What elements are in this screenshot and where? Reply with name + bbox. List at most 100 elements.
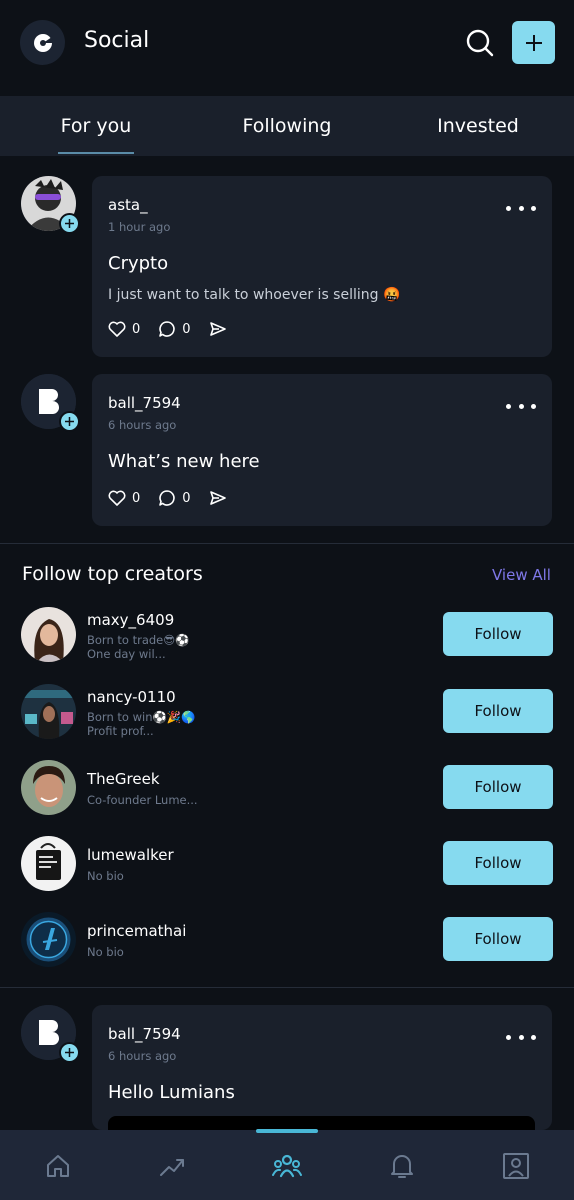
post-card: ball_7594 6 hours ago What’s new here 0 … (0, 374, 574, 527)
plus-icon (65, 1048, 74, 1057)
creator-row: lumewalker No bio Follow (0, 832, 574, 892)
post-actions: 0 0 (108, 488, 245, 508)
plus-icon (65, 417, 74, 426)
creator-bio: No bio (87, 869, 124, 883)
avatar[interactable] (21, 912, 76, 967)
creator-row: princemathai No bio Follow (0, 908, 574, 968)
heart-icon (108, 321, 126, 337)
like-count: 0 (132, 490, 141, 506)
post-title: Crypto (108, 253, 169, 274)
more-icon (506, 403, 511, 409)
comment-count: 0 (182, 490, 191, 506)
search-icon (466, 29, 494, 57)
comment-icon (159, 321, 176, 337)
post-title: What’s new here (108, 451, 260, 472)
page-title: Social (84, 28, 150, 53)
avatar[interactable] (21, 836, 76, 891)
creator-row: TheGreek Co-founder Lume... Follow (0, 756, 574, 816)
nav-home[interactable] (42, 1150, 74, 1182)
creator-bio: Profit prof... (87, 724, 154, 738)
follow-button[interactable]: Follow (443, 765, 553, 809)
nav-social[interactable] (271, 1150, 303, 1182)
post-card: asta_ 1 hour ago Crypto I just want to t… (0, 176, 574, 358)
search-button[interactable] (462, 25, 498, 61)
post-content[interactable]: ball_7594 6 hours ago What’s new here 0 … (92, 374, 552, 526)
more-icon (506, 205, 511, 211)
plus-icon (65, 219, 74, 228)
post-username[interactable]: ball_7594 (108, 1025, 181, 1043)
tab-for-you[interactable]: For you (40, 96, 152, 156)
follow-plus-badge[interactable] (59, 213, 80, 234)
comment-button[interactable]: 0 (158, 320, 191, 338)
creator-row: nancy-0110 Born to win⚽🎉🌎 Profit prof...… (0, 680, 574, 740)
post-username[interactable]: ball_7594 (108, 394, 181, 412)
post-content[interactable]: asta_ 1 hour ago Crypto I just want to t… (92, 176, 552, 357)
post-card: ball_7594 6 hours ago Hello Lumians (0, 1005, 574, 1130)
nav-profile[interactable] (500, 1150, 532, 1182)
creator-bio: Born to win⚽🎉🌎 (87, 710, 196, 724)
share-button[interactable] (209, 490, 227, 506)
follow-button[interactable]: Follow (443, 917, 553, 961)
follow-button[interactable]: Follow (443, 841, 553, 885)
avatar-image (21, 836, 76, 891)
creator-name[interactable]: maxy_6409 (87, 611, 174, 629)
avatar-image (21, 684, 76, 739)
post-body: I just want to talk to whoever is sellin… (108, 287, 401, 303)
create-post-button[interactable] (512, 21, 555, 64)
plus-icon (525, 34, 542, 51)
tab-invested[interactable]: Invested (420, 96, 536, 156)
heart-icon (108, 490, 126, 506)
section-divider (0, 543, 574, 544)
app-header: Social (0, 0, 574, 96)
creator-bio: One day wil... (87, 647, 166, 661)
post-username[interactable]: asta_ (108, 196, 148, 214)
post-actions: 0 0 (108, 319, 245, 339)
section-divider (0, 987, 574, 988)
creator-name[interactable]: lumewalker (87, 846, 174, 864)
avatar[interactable] (21, 684, 76, 739)
nav-notifications[interactable] (386, 1150, 418, 1182)
avatar[interactable] (21, 760, 76, 815)
post-content[interactable]: ball_7594 6 hours ago Hello Lumians (92, 1005, 552, 1130)
share-button[interactable] (209, 321, 227, 337)
creator-name[interactable]: TheGreek (87, 770, 160, 788)
send-icon (209, 322, 226, 336)
avatar[interactable] (21, 607, 76, 662)
send-icon (209, 491, 226, 505)
view-all-link[interactable]: View All (492, 566, 551, 584)
avatar-image (21, 607, 76, 662)
app-logo[interactable] (20, 20, 65, 65)
post-timestamp: 6 hours ago (108, 418, 177, 432)
creator-bio: Co-founder Lume... (87, 793, 198, 807)
creator-name[interactable]: princemathai (87, 922, 186, 940)
like-count: 0 (132, 321, 141, 337)
profile-icon (503, 1153, 529, 1179)
active-nav-indicator (256, 1129, 318, 1133)
follow-plus-badge[interactable] (59, 1042, 80, 1063)
like-button[interactable]: 0 (108, 321, 140, 337)
post-timestamp: 6 hours ago (108, 1049, 177, 1063)
feed-tabs: For you Following Invested (0, 96, 574, 156)
comment-count: 0 (182, 321, 191, 337)
creator-bio: No bio (87, 945, 124, 959)
bell-icon (391, 1155, 413, 1178)
nav-markets[interactable] (156, 1150, 188, 1182)
tab-following[interactable]: Following (222, 96, 352, 156)
more-options-button[interactable] (506, 398, 536, 414)
follow-plus-badge[interactable] (59, 411, 80, 432)
creator-bio: Born to trade😎⚽ (87, 633, 190, 647)
avatar-image (21, 912, 76, 967)
post-media-preview[interactable] (108, 1116, 535, 1130)
active-tab-indicator (58, 152, 134, 154)
more-options-button[interactable] (506, 1029, 536, 1045)
comment-button[interactable]: 0 (158, 489, 191, 507)
creator-name[interactable]: nancy-0110 (87, 688, 176, 706)
like-button[interactable]: 0 (108, 490, 140, 506)
post-timestamp: 1 hour ago (108, 220, 171, 234)
logo-icon (33, 33, 53, 52)
more-options-button[interactable] (506, 200, 536, 216)
comment-icon (159, 490, 176, 506)
follow-button[interactable]: Follow (443, 612, 553, 656)
follow-button[interactable]: Follow (443, 689, 553, 733)
creators-section-title: Follow top creators (22, 563, 203, 585)
